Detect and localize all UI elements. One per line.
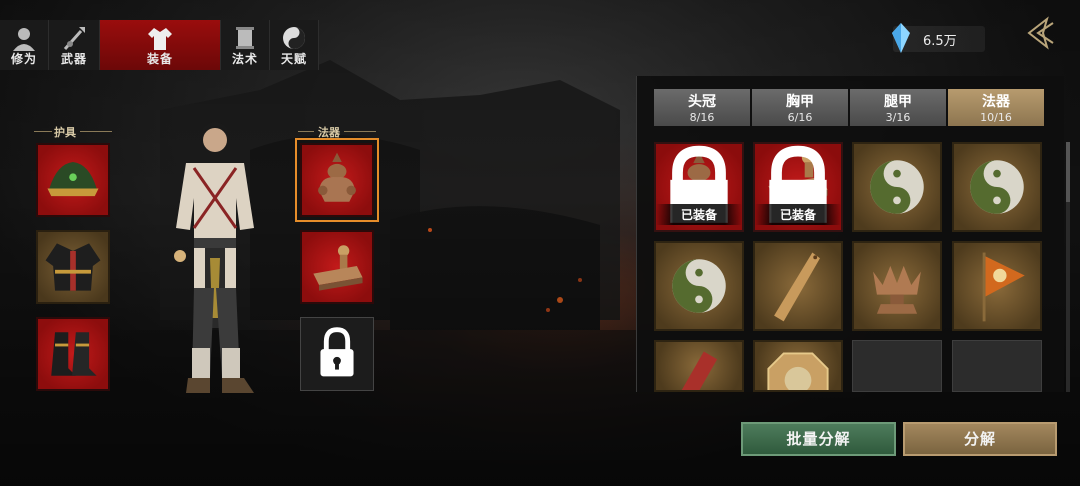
red-talisman-icon — [681, 351, 718, 390]
yin-yang-icon — [283, 27, 305, 49]
crystal-icon — [892, 23, 910, 53]
inventory-item[interactable] — [852, 142, 942, 232]
scrollbar-thumb[interactable] — [1066, 142, 1070, 202]
equipped-label: 已装备 — [656, 204, 742, 225]
category-name: 胸甲 — [786, 94, 814, 110]
tab-equipment[interactable]: 装备 — [100, 20, 221, 70]
category-tab-head[interactable]: 头冠 8/16 — [654, 89, 750, 126]
category-tab-legs[interactable]: 腿甲 3/16 — [850, 89, 946, 126]
armor-section-label: 护具 — [54, 126, 76, 139]
portrait-icon — [13, 28, 35, 51]
armor-slot-chest[interactable] — [36, 230, 110, 304]
category-tab-artifact[interactable]: 法器 10/16 — [948, 89, 1044, 126]
divider — [34, 131, 52, 132]
divider — [80, 131, 112, 132]
yin-yang-icon — [870, 160, 924, 214]
inventory-panel: 头冠 8/16 胸甲 6/16 腿甲 3/16 法器 10/16 已装备 已装备 — [636, 76, 1064, 392]
seal-stamp-icon — [313, 245, 363, 291]
back-button[interactable] — [1023, 15, 1059, 51]
character-model — [174, 122, 254, 393]
bronze-vessel-icon — [318, 152, 356, 202]
inventory-item[interactable] — [952, 142, 1042, 232]
inventory-item[interactable] — [753, 241, 843, 331]
top-tab-bar: 修为 武器 装备 法术 天赋 — [0, 20, 319, 70]
inventory-slot-empty[interactable] — [952, 340, 1042, 392]
divider — [344, 131, 376, 132]
category-tab-chest[interactable]: 胸甲 6/16 — [752, 89, 848, 126]
boots-icon — [51, 332, 97, 376]
artifact-slot-locked[interactable] — [300, 317, 374, 391]
hat-icon — [47, 162, 99, 197]
spear-icon — [63, 27, 85, 50]
inventory-scrollbar[interactable] — [1066, 142, 1070, 392]
artifact-section-label: 法器 — [318, 126, 340, 139]
batch-decompose-button[interactable]: 批量分解 — [741, 422, 896, 456]
category-count: 8/16 — [689, 111, 715, 124]
category-count: 10/16 — [980, 111, 1012, 124]
divider — [298, 131, 314, 132]
tab-label: 装备 — [146, 52, 173, 66]
armor-slot-legs[interactable] — [36, 317, 110, 391]
robe-icon — [148, 28, 172, 50]
inventory-item[interactable] — [654, 241, 744, 331]
artifact-slot-2[interactable] — [300, 230, 374, 304]
category-name: 腿甲 — [884, 94, 912, 110]
tab-label: 天赋 — [280, 52, 307, 66]
artifact-slot-1[interactable] — [295, 138, 379, 222]
category-count: 3/16 — [885, 111, 911, 124]
tab-weapon[interactable]: 武器 — [49, 20, 100, 70]
armor-slot-head[interactable] — [36, 143, 110, 217]
lotus-censer-icon — [873, 265, 921, 314]
currency-value: 6.5万 — [923, 34, 957, 49]
category-name: 头冠 — [688, 94, 716, 110]
yin-yang-icon — [970, 160, 1024, 214]
wooden-ruler-icon — [774, 252, 820, 322]
tab-spell[interactable]: 法术 — [221, 20, 270, 70]
inventory-item[interactable]: 已装备 — [753, 142, 843, 232]
inventory-item[interactable] — [753, 340, 843, 392]
bagua-flag-icon — [982, 252, 1025, 322]
inventory-item[interactable] — [654, 340, 744, 392]
tab-label: 法术 — [231, 52, 258, 66]
category-count: 6/16 — [787, 111, 813, 124]
tab-label: 修为 — [10, 52, 37, 66]
scroll-icon — [236, 27, 254, 49]
inventory-item[interactable] — [852, 241, 942, 331]
inventory-item[interactable]: 已装备 — [654, 142, 744, 232]
inventory-item[interactable] — [952, 241, 1042, 331]
inventory-slot-empty[interactable] — [852, 340, 942, 392]
currency-display: 6.5万 — [892, 23, 985, 53]
yin-yang-icon — [672, 259, 726, 313]
lock-icon — [320, 327, 354, 377]
category-name: 法器 — [982, 94, 1010, 110]
armor-coat-icon — [45, 243, 101, 291]
tab-cultivation[interactable]: 修为 — [0, 20, 49, 70]
tab-talent[interactable]: 天赋 — [270, 20, 319, 70]
decompose-button[interactable]: 分解 — [903, 422, 1057, 456]
bagua-mirror-icon — [767, 352, 829, 390]
equipped-label: 已装备 — [755, 204, 841, 225]
tab-label: 武器 — [60, 52, 87, 66]
